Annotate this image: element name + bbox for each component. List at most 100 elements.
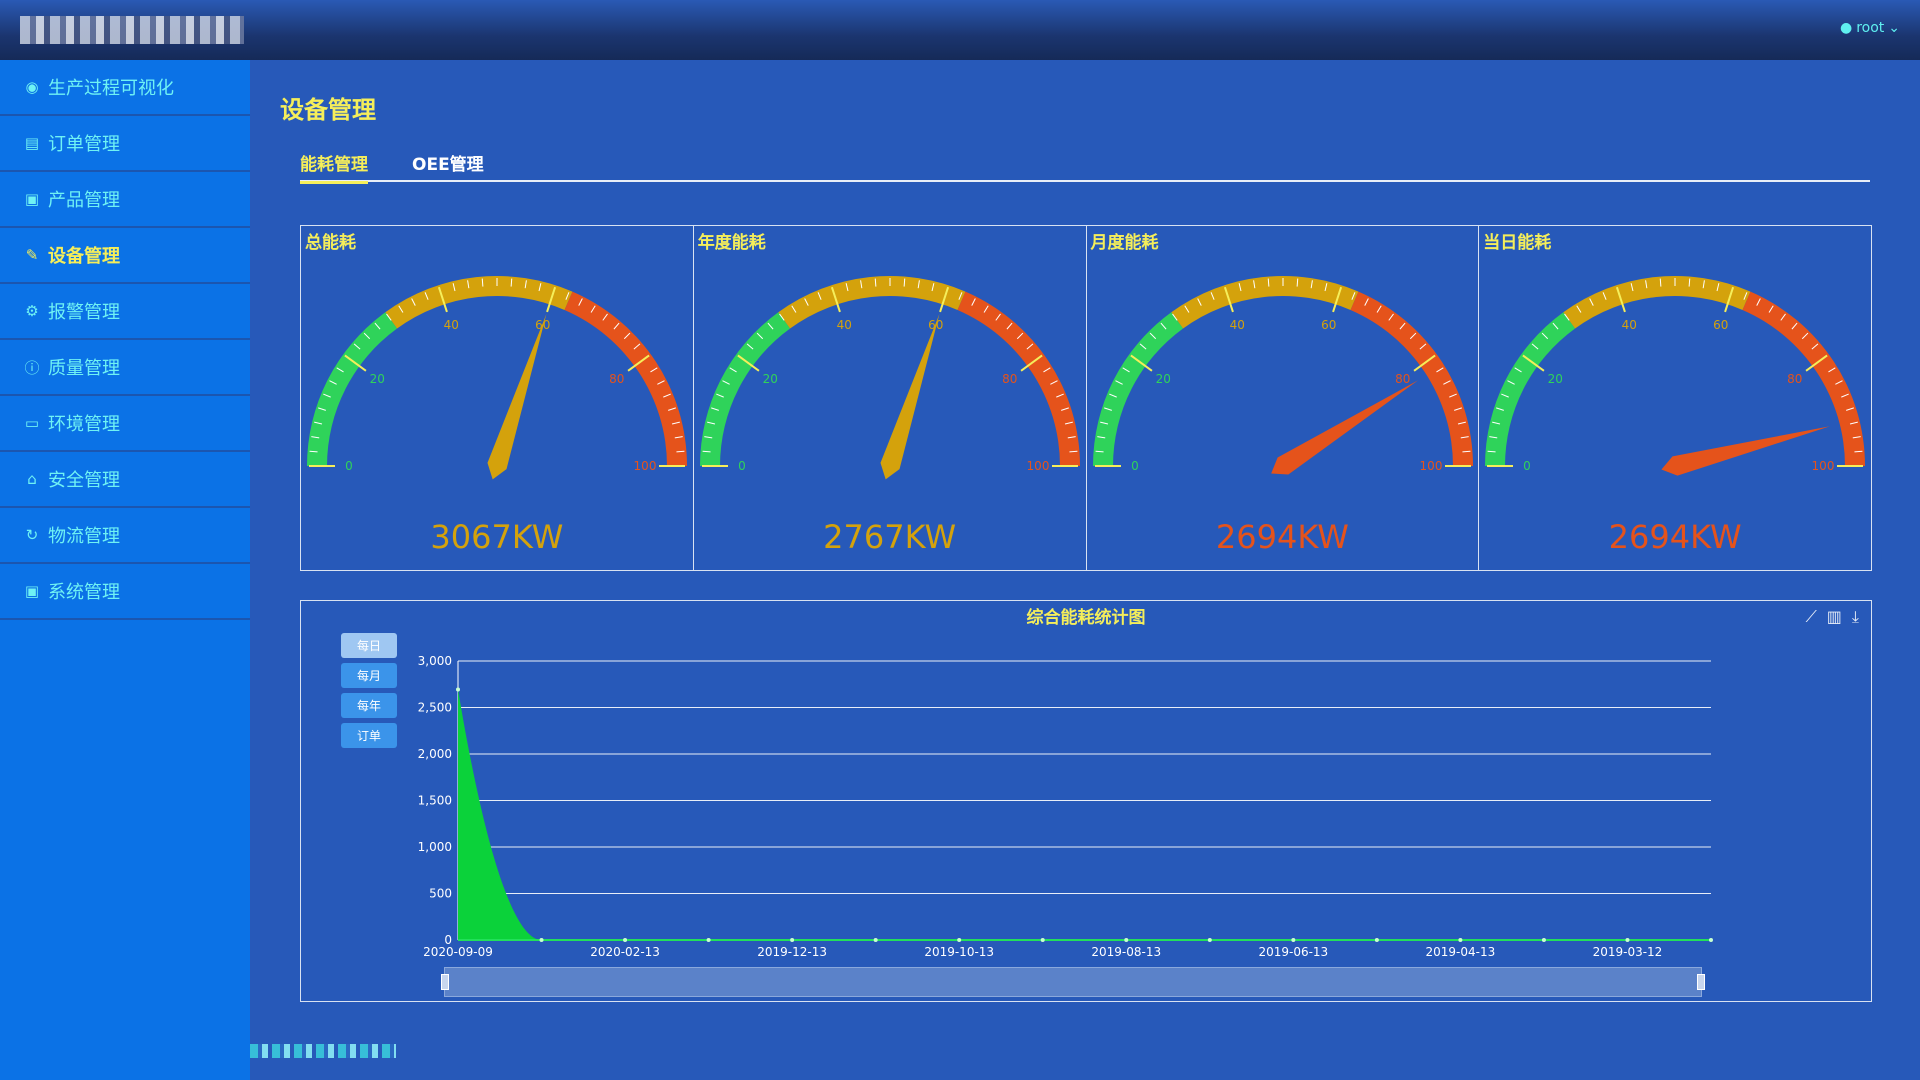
gauge-tick [309,450,318,453]
sidebar-item-7[interactable]: ⌂ 安全管理 [0,452,250,508]
gauge-value: 2694KW [1215,518,1349,556]
refresh-icon: ↻ [25,526,39,544]
data-point [1207,938,1212,942]
y-tick-label: 1,500 [418,794,452,808]
gauge-scale-label: 20 [1548,372,1563,386]
gauge-tick [1461,450,1470,453]
sidebar-item-label: 设备管理 [48,246,120,267]
gauge-tick [510,278,513,287]
gauge-scale-label: 20 [1155,372,1170,386]
user-menu[interactable]: ● root ⌄ [1840,20,1900,36]
data-point [539,938,544,942]
y-tick-label: 500 [429,887,452,901]
sidebar-item-label: 环境管理 [48,414,120,435]
slider-handle-right[interactable] [1697,974,1705,990]
top-bar: ● root ⌄ [0,0,1920,60]
sidebar-item-label: 产品管理 [48,190,120,211]
chevron-down-icon: ⌄ [1888,20,1900,36]
gauge-band [699,312,790,466]
x-tick-label: 2020-02-13 [590,945,660,959]
sidebar-item-label: 质量管理 [48,358,120,379]
gauge-tick [1267,278,1269,287]
sidebar-item-8[interactable]: ↻ 物流管理 [0,508,250,564]
document-icon: ▤ [24,134,40,152]
y-tick-label: 2,500 [418,701,452,715]
sidebar-item-label: 订单管理 [48,134,120,155]
gauge-scale-label: 40 [836,318,851,332]
data-point [1709,938,1713,942]
gauge-tick [1660,278,1662,287]
gauge-needle [1270,380,1418,475]
gauge-tick [1296,278,1298,287]
gauge-tick [1095,450,1104,453]
gauge-band [564,291,687,466]
gauge-band [1092,312,1183,466]
x-tick-label: 2019-10-13 [924,945,994,959]
sidebar-item-6[interactable]: ▭ 环境管理 [0,396,250,452]
gauge-scale-label: 100 [1026,459,1049,473]
y-tick-label: 2,000 [418,747,452,761]
gauge-title: 月度能耗 [1090,233,1159,253]
gauge-band [307,312,398,466]
gauge-panel-2: 0 20 40 60 80 100 月度能耗 2694KW [1087,226,1480,570]
gauge-panel-3: 0 20 40 60 80 100 当日能耗 2694KW [1479,226,1871,570]
y-tick-label: 3,000 [418,654,452,668]
data-point [1458,938,1463,942]
sidebar: ◉ 生产过程可视化 ▤ 订单管理 ▣ 产品管理 ✎ 设备管理 ⚙ 报警管理 ⓘ 质量管理 ▭ 环境管理 ⌂ 安… [0,60,250,1080]
data-point [623,938,628,942]
sidebar-item-label: 生产过程可视化 [48,78,174,99]
gauge-title: 当日能耗 [1483,233,1552,253]
data-point [1374,938,1379,942]
sidebar-item-9[interactable]: ▣ 系统管理 [0,564,250,620]
slider-handle-left[interactable] [441,974,449,990]
energy-area-chart: 05001,0001,5002,0002,5003,0002020-09-09 2… [418,654,1713,959]
gauge-scale-label: 40 [1229,318,1244,332]
tab-oee[interactable]: OEE管理 [412,150,484,181]
gauge-scale-label: 0 [345,459,353,473]
sidebar-item-label: 系统管理 [48,582,120,603]
gauge-tick [676,450,685,453]
gauge-scale-label: 80 [1395,372,1410,386]
gauge-scale-label: 80 [1002,372,1017,386]
gauge-band [1485,312,1576,466]
gauge-tick [1487,450,1496,453]
user-icon: ● [1839,20,1853,36]
y-tick-label: 1,000 [418,840,452,854]
gauge-tick [1688,278,1691,287]
gauge-value: 2694KW [1608,518,1742,556]
gauge-scale-label: 60 [1321,318,1336,332]
sidebar-item-5[interactable]: ⓘ 质量管理 [0,340,250,396]
gauge-band [957,291,1080,466]
gauge-scale-label: 100 [634,459,657,473]
gauge-needle [880,313,940,480]
x-tick-label: 2019-12-13 [757,945,827,959]
info-icon: ⓘ [24,358,40,377]
tab-energy[interactable]: 能耗管理 [300,150,368,184]
sidebar-item-1[interactable]: ▤ 订单管理 [0,116,250,172]
gauge-panel-1: 020406080100年度能耗2767KW [694,226,1087,570]
data-point [790,938,795,942]
gauge-tick [481,278,484,287]
gauge-tick [1854,450,1863,453]
sidebar-item-0[interactable]: ◉ 生产过程可视化 [0,60,250,116]
datazoom-slider[interactable] [441,967,1705,997]
pen-icon: ✎ [25,246,39,264]
user-name: root [1856,20,1885,36]
gauge-scale-label: 20 [370,372,385,386]
data-point [1124,938,1129,942]
sidebar-item-3[interactable]: ✎ 设备管理 [0,228,250,284]
gauge-needle [1661,426,1831,476]
gauge-panel-0: 020406080100总能耗3067KW [301,226,694,570]
app-logo [20,16,244,44]
data-point [456,687,460,692]
gauge-title: 总能耗 [305,233,356,253]
sidebar-item-4[interactable]: ⚙ 报警管理 [0,284,250,340]
gauges-row: 0 20 40 60 80 100 总能耗 3067KW 0 20 40 60 80 100 年度能耗 276… [300,225,1872,571]
data-point [1541,938,1546,942]
eye-icon: ◉ [25,78,39,96]
data-point [1040,938,1045,942]
gauge-tick [702,450,711,453]
gauge-scale-label: 80 [1787,372,1802,386]
sidebar-item-2[interactable]: ▣ 产品管理 [0,172,250,228]
footer-text-blurred [250,1044,396,1058]
